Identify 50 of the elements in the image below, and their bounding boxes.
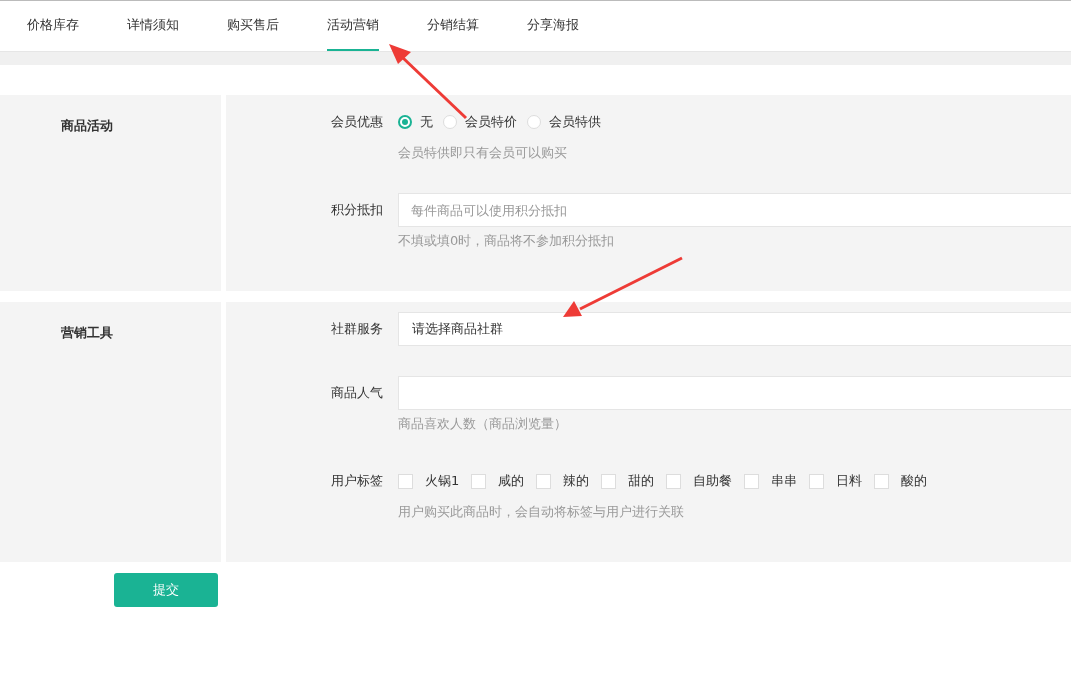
checkbox[interactable] [744, 473, 760, 489]
checkbox-option[interactable]: 自助餐 [666, 472, 733, 490]
option-label: 会员特价 [465, 113, 517, 131]
field-label: 会员优惠 [330, 113, 384, 131]
radio-option[interactable]: 无 [398, 113, 433, 131]
tab[interactable]: 详情须知 [127, 1, 179, 51]
checkbox[interactable] [398, 473, 413, 489]
tab[interactable]: 购买售后 [227, 1, 279, 51]
hint-text: 用户购买此商品时，会自动将标签与用户进行关联 [398, 503, 685, 521]
radio-button[interactable] [398, 115, 412, 129]
option-label: 咸的 [498, 472, 525, 490]
hint-text: 不填或填0时，商品将不参加积分抵扣 [398, 232, 616, 250]
checkbox[interactable] [874, 473, 890, 489]
tab[interactable]: 分销结算 [427, 1, 479, 51]
radio-option[interactable]: 会员特价 [443, 113, 517, 131]
option-label: 酸的 [901, 472, 928, 490]
field-label: 社群服务 [330, 320, 384, 338]
checkbox-option[interactable]: 酸的 [874, 472, 928, 490]
option-label: 自助餐 [693, 472, 733, 490]
checkbox[interactable] [601, 473, 617, 489]
hint-text: 会员特供即只有会员可以购买 [398, 144, 568, 162]
option-label: 无 [420, 113, 433, 131]
section-title: 商品活动 [61, 117, 114, 135]
section-title: 营销工具 [61, 324, 114, 342]
checkbox[interactable] [809, 473, 825, 489]
option-label: 辣的 [563, 472, 590, 490]
field-label: 积分抵扣 [330, 201, 384, 219]
field-label: 用户标签 [330, 472, 384, 490]
field-label: 商品人气 [330, 384, 384, 402]
checkbox-option[interactable]: 辣的 [536, 472, 590, 490]
option-label: 甜的 [628, 472, 655, 490]
option-label: 日料 [836, 472, 863, 490]
input-field[interactable]: 每件商品可以使用积分抵扣 [398, 193, 1071, 227]
checkbox-option[interactable]: 火锅1 [398, 472, 460, 490]
option-label: 火锅1 [425, 472, 460, 490]
checkbox[interactable] [471, 473, 487, 489]
checkbox-option[interactable]: 甜的 [601, 472, 655, 490]
checkbox-option[interactable]: 串串 [744, 472, 798, 490]
checkbox[interactable] [536, 473, 552, 489]
checkbox-option[interactable]: 日料 [809, 472, 863, 490]
tab[interactable]: 分享海报 [527, 1, 579, 51]
hint-text: 商品喜欢人数（商品浏览量） [398, 415, 568, 433]
tab[interactable]: 价格库存 [27, 1, 79, 51]
option-label: 会员特供 [549, 113, 601, 131]
checkbox[interactable] [666, 473, 682, 489]
input-field[interactable] [398, 376, 1071, 410]
radio-option[interactable]: 会员特供 [527, 113, 601, 131]
option-label: 串串 [771, 472, 798, 490]
select-field[interactable]: 请选择商品社群 [398, 312, 1071, 346]
checkbox-option[interactable]: 咸的 [471, 472, 525, 490]
